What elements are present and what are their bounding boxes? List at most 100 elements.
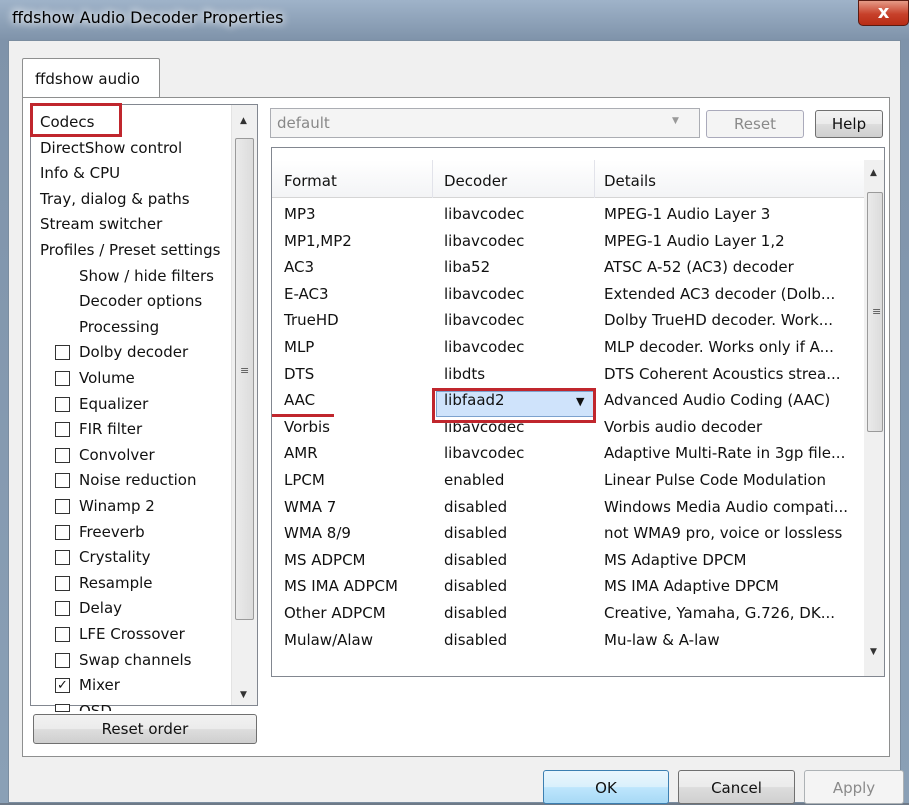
filter-label[interactable]: Equalizer — [79, 394, 148, 414]
decoder-cell[interactable]: libavcodec — [444, 337, 524, 357]
format-cell[interactable]: Mulaw/Alaw — [284, 630, 373, 650]
details-cell[interactable]: Creative, Yamaha, G.726, DK... — [604, 603, 835, 623]
filter-label[interactable]: Resample — [79, 573, 153, 593]
details-cell[interactable]: Adaptive Multi-Rate in 3gp file... — [604, 443, 845, 463]
format-cell[interactable]: Other ADPCM — [284, 603, 386, 623]
decoder-cell[interactable]: disabled — [444, 576, 507, 596]
filter-label[interactable]: Freeverb — [79, 522, 145, 542]
filter-checkbox[interactable] — [55, 704, 70, 712]
filter-checkbox[interactable] — [55, 576, 70, 591]
details-cell[interactable]: Extended AC3 decoder (Dolb... — [604, 284, 835, 304]
format-cell[interactable]: TrueHD — [284, 310, 339, 330]
tree-item[interactable]: Decoder options — [79, 291, 202, 311]
details-cell[interactable]: Linear Pulse Code Modulation — [604, 470, 826, 490]
filter-checkbox[interactable] — [55, 371, 70, 386]
filter-label[interactable]: Swap channels — [79, 650, 191, 670]
filter-label[interactable]: Volume — [79, 368, 135, 388]
filter-checkbox[interactable] — [55, 550, 70, 565]
format-cell[interactable]: MP3 — [284, 204, 316, 224]
details-cell[interactable]: Windows Media Audio compati... — [604, 497, 848, 517]
column-divider[interactable] — [594, 160, 595, 198]
chevron-down-icon[interactable]: ▼ — [672, 116, 679, 126]
column-divider[interactable] — [432, 160, 433, 198]
filter-label[interactable]: Convolver — [79, 445, 155, 465]
filter-label[interactable]: Crystality — [79, 547, 151, 567]
details-cell[interactable]: MS Adaptive DPCM — [604, 550, 746, 570]
filter-label[interactable]: Dolby decoder — [79, 342, 188, 362]
filter-checkbox[interactable] — [55, 653, 70, 668]
decoder-cell[interactable]: disabled — [444, 497, 507, 517]
scroll-up-icon[interactable]: ▲ — [870, 168, 877, 178]
decoder-cell[interactable]: enabled — [444, 470, 504, 490]
decoder-cell[interactable]: libavcodec — [444, 443, 524, 463]
decoder-cell[interactable]: disabled — [444, 603, 507, 623]
filter-checkbox[interactable] — [55, 525, 70, 540]
tree-item[interactable]: Stream switcher — [40, 214, 162, 234]
format-cell[interactable]: MLP — [284, 337, 314, 357]
cancel-button[interactable]: Cancel — [678, 770, 795, 804]
details-cell[interactable]: MLP decoder. Works only if A... — [604, 337, 834, 357]
format-cell[interactable]: WMA 7 — [284, 497, 336, 517]
column-header-decoder[interactable]: Decoder — [444, 172, 507, 190]
format-cell[interactable]: AC3 — [284, 257, 314, 277]
details-cell[interactable]: Mu-law & A-law — [604, 630, 720, 650]
format-cell[interactable]: AAC — [284, 390, 315, 410]
filter-checkbox[interactable] — [55, 345, 70, 360]
scroll-up-icon[interactable]: ▲ — [240, 116, 247, 126]
filter-label[interactable]: OSD — [79, 701, 112, 711]
filter-label[interactable]: Delay — [79, 598, 122, 618]
filter-checkbox[interactable] — [55, 397, 70, 412]
details-cell[interactable]: MS IMA Adaptive DPCM — [604, 576, 779, 596]
details-cell[interactable]: ATSC A-52 (AC3) decoder — [604, 257, 794, 277]
details-cell[interactable]: MPEG-1 Audio Layer 3 — [604, 204, 770, 224]
format-cell[interactable]: MP1,MP2 — [284, 231, 352, 251]
format-cell[interactable]: AMR — [284, 443, 318, 463]
filter-checkbox[interactable] — [55, 473, 70, 488]
decoder-cell[interactable]: libavcodec — [444, 310, 524, 330]
decoder-cell[interactable]: disabled — [444, 523, 507, 543]
format-cell[interactable]: LPCM — [284, 470, 325, 490]
format-cell[interactable]: E-AC3 — [284, 284, 329, 304]
help-button[interactable]: Help — [815, 110, 883, 138]
ok-button[interactable]: OK — [543, 770, 669, 804]
scroll-down-icon[interactable]: ▼ — [870, 647, 877, 657]
decoder-cell[interactable]: liba52 — [444, 257, 490, 277]
decoder-cell[interactable]: disabled — [444, 630, 507, 650]
tree-item[interactable]: Processing — [79, 317, 159, 337]
tree-item[interactable]: Show / hide filters — [79, 266, 214, 286]
close-button[interactable]: x — [858, 0, 909, 26]
column-header-details[interactable]: Details — [604, 172, 656, 190]
format-cell[interactable]: WMA 8/9 — [284, 523, 351, 543]
format-cell[interactable]: DTS — [284, 364, 314, 384]
decoder-cell[interactable]: libdts — [444, 364, 485, 384]
tree-scroll-thumb[interactable] — [235, 138, 254, 620]
filter-label[interactable]: LFE Crossover — [79, 624, 185, 644]
filter-checkbox[interactable]: ✓ — [55, 678, 70, 693]
filter-label[interactable]: Winamp 2 — [79, 496, 155, 516]
decoder-cell[interactable]: libavcodec — [444, 284, 524, 304]
preset-select[interactable]: default — [270, 108, 700, 138]
decoder-cell[interactable]: libavcodec — [444, 231, 524, 251]
tree-item[interactable]: DirectShow control — [40, 138, 182, 158]
details-cell[interactable]: not WMA9 pro, voice or lossless — [604, 523, 842, 543]
filter-checkbox[interactable] — [55, 499, 70, 514]
format-cell[interactable]: Vorbis — [284, 417, 330, 437]
decoder-cell[interactable]: disabled — [444, 550, 507, 570]
column-header-format[interactable]: Format — [284, 172, 337, 190]
filter-label[interactable]: FIR filter — [79, 419, 142, 439]
filter-label[interactable]: Mixer — [79, 675, 120, 695]
apply-button[interactable]: Apply — [804, 770, 904, 804]
details-cell[interactable]: DTS Coherent Acoustics strea... — [604, 364, 841, 384]
filter-checkbox[interactable] — [55, 448, 70, 463]
tree-item[interactable]: Info & CPU — [40, 163, 120, 183]
reset-button[interactable]: Reset — [706, 110, 804, 138]
reset-order-button[interactable]: Reset order — [33, 714, 257, 744]
details-cell[interactable]: Advanced Audio Coding (AAC) — [604, 390, 830, 410]
filter-label[interactable]: Noise reduction — [79, 470, 196, 490]
filter-checkbox[interactable] — [55, 422, 70, 437]
details-cell[interactable]: Vorbis audio decoder — [604, 417, 762, 437]
format-cell[interactable]: MS ADPCM — [284, 550, 366, 570]
details-cell[interactable]: MPEG-1 Audio Layer 1,2 — [604, 231, 785, 251]
filter-checkbox[interactable] — [55, 601, 70, 616]
decoder-cell[interactable]: libavcodec — [444, 204, 524, 224]
